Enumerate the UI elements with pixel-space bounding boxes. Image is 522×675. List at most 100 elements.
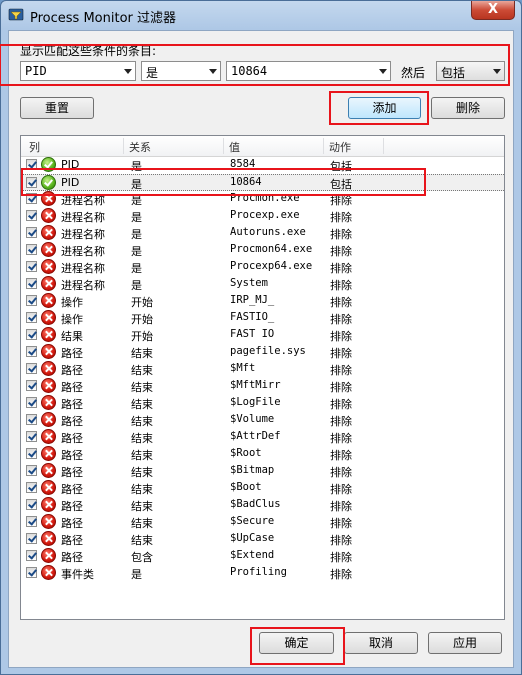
header-action[interactable]: 动作	[329, 139, 351, 155]
enabled-checkbox[interactable]	[26, 177, 37, 188]
table-row[interactable]: 路径 结束 pagefile.sys 排除	[21, 344, 504, 361]
apply-button[interactable]: 应用	[428, 632, 502, 654]
table-row[interactable]: 结果 开始 FAST IO 排除	[21, 327, 504, 344]
cell-value: Procmon.exe	[230, 192, 300, 204]
table-row[interactable]: 路径 结束 $Root 排除	[21, 446, 504, 463]
condition-label: 显示匹配这些条件的条目:	[20, 44, 157, 58]
table-row[interactable]: 路径 结束 $Bitmap 排除	[21, 463, 504, 480]
enabled-checkbox[interactable]	[26, 516, 37, 527]
enabled-checkbox[interactable]	[26, 227, 37, 238]
enabled-checkbox[interactable]	[26, 448, 37, 459]
cell-value: pagefile.sys	[230, 345, 306, 357]
enabled-checkbox[interactable]	[26, 533, 37, 544]
enabled-checkbox[interactable]	[26, 465, 37, 476]
header-relation[interactable]: 关系	[129, 139, 151, 155]
table-row[interactable]: 路径 包含 $Extend 排除	[21, 548, 504, 565]
table-row[interactable]: 路径 结束 $AttrDef 排除	[21, 429, 504, 446]
enabled-checkbox[interactable]	[26, 159, 37, 170]
table-row[interactable]: 进程名称 是 Autoruns.exe 排除	[21, 225, 504, 242]
table-row[interactable]: 操作 开始 FASTIO_ 排除	[21, 310, 504, 327]
table-row[interactable]: 进程名称 是 Procexp64.exe 排除	[21, 259, 504, 276]
table-row[interactable]: 进程名称 是 System 排除	[21, 276, 504, 293]
column-select[interactable]: PID	[20, 61, 136, 81]
table-row[interactable]: 进程名称 是 Procmon.exe 排除	[21, 191, 504, 208]
cell-action: 排除	[330, 364, 352, 377]
cell-value: FAST IO	[230, 328, 275, 340]
enabled-checkbox[interactable]	[26, 261, 37, 272]
action-select[interactable]: 包括	[436, 61, 505, 81]
header-column[interactable]: 列	[29, 139, 40, 155]
table-row[interactable]: 路径 结束 $Volume 排除	[21, 412, 504, 429]
ok-button[interactable]: 确定	[259, 632, 334, 654]
cell-action: 排除	[330, 296, 352, 309]
table-row[interactable]: 操作 开始 IRP_MJ_ 排除	[21, 293, 504, 310]
relation-select[interactable]: 是	[141, 61, 221, 81]
remove-button[interactable]: 删除	[431, 97, 505, 119]
exclude-icon	[41, 327, 56, 342]
chevron-down-icon	[124, 69, 132, 74]
enabled-checkbox[interactable]	[26, 414, 37, 425]
cell-column: 路径	[61, 449, 83, 462]
cell-relation: 结束	[131, 466, 153, 479]
cancel-button[interactable]: 取消	[344, 632, 418, 654]
table-row[interactable]: 进程名称 是 Procexp.exe 排除	[21, 208, 504, 225]
cell-column: 进程名称	[61, 194, 105, 207]
exclude-icon	[41, 225, 56, 240]
enabled-checkbox[interactable]	[26, 431, 37, 442]
value-input-text: 10864	[231, 64, 268, 78]
enabled-checkbox[interactable]	[26, 295, 37, 306]
enabled-checkbox[interactable]	[26, 380, 37, 391]
then-label: 然后	[401, 66, 426, 80]
close-button[interactable]: X	[471, 1, 515, 20]
enabled-checkbox[interactable]	[26, 567, 37, 578]
table-row[interactable]: 路径 结束 $MftMirr 排除	[21, 378, 504, 395]
table-row[interactable]: 路径 结束 $LogFile 排除	[21, 395, 504, 412]
enabled-checkbox[interactable]	[26, 278, 37, 289]
cell-column: 进程名称	[61, 262, 105, 275]
enabled-checkbox[interactable]	[26, 244, 37, 255]
cell-relation: 开始	[131, 296, 153, 309]
cell-action: 排除	[330, 449, 352, 462]
table-row[interactable]: 路径 结束 $Mft 排除	[21, 361, 504, 378]
enabled-checkbox[interactable]	[26, 482, 37, 493]
exclude-icon	[41, 259, 56, 274]
exclude-icon	[41, 242, 56, 257]
filter-dialog: Process Monitor 过滤器 X 显示匹配这些条件的条目: PID 是…	[0, 0, 522, 675]
enabled-checkbox[interactable]	[26, 363, 37, 374]
dialog-body: 显示匹配这些条件的条目: PID 是 10864 然后 包括 重置 添加 删除 …	[8, 30, 514, 668]
filter-list[interactable]: 列 关系 值 动作 PID 是 8584 包括 PID 是 10864 包括 进程名称是 Proc…	[20, 135, 505, 620]
exclude-icon	[41, 395, 56, 410]
enabled-checkbox[interactable]	[26, 499, 37, 510]
enabled-checkbox[interactable]	[26, 550, 37, 561]
add-button[interactable]: 添加	[348, 97, 421, 119]
exclude-icon	[41, 446, 56, 461]
header-divider	[383, 138, 384, 154]
cell-value: FASTIO_	[230, 311, 275, 323]
enabled-checkbox[interactable]	[26, 397, 37, 408]
enabled-checkbox[interactable]	[26, 329, 37, 340]
cell-value: $UpCase	[230, 532, 275, 544]
cell-action: 排除	[330, 279, 352, 292]
title-bar[interactable]: Process Monitor 过滤器 X	[1, 1, 521, 29]
enabled-checkbox[interactable]	[26, 210, 37, 221]
table-row[interactable]: 路径 结束 $UpCase 排除	[21, 531, 504, 548]
chevron-down-icon	[209, 69, 217, 74]
enabled-checkbox[interactable]	[26, 193, 37, 204]
table-row[interactable]: 路径 结束 $Boot 排除	[21, 480, 504, 497]
header-value[interactable]: 值	[229, 139, 240, 155]
table-row[interactable]: PID 是 10864 包括	[21, 174, 504, 191]
table-row[interactable]: 路径 结束 $BadClus 排除	[21, 497, 504, 514]
cell-value: 10864	[230, 176, 262, 188]
reset-button[interactable]: 重置	[20, 97, 94, 119]
cell-relation: 是	[131, 279, 142, 292]
enabled-checkbox[interactable]	[26, 346, 37, 357]
header-divider	[323, 138, 324, 154]
cell-action: 排除	[330, 415, 352, 428]
table-row[interactable]: PID 是 8584 包括	[21, 157, 504, 174]
enabled-checkbox[interactable]	[26, 312, 37, 323]
value-input[interactable]: 10864	[226, 61, 391, 81]
table-row[interactable]: 进程名称 是 Procmon64.exe 排除	[21, 242, 504, 259]
table-row[interactable]: 路径 结束 $Secure 排除	[21, 514, 504, 531]
table-row[interactable]: 事件类 是 Profiling 排除	[21, 565, 504, 582]
cell-relation: 是	[131, 262, 142, 275]
